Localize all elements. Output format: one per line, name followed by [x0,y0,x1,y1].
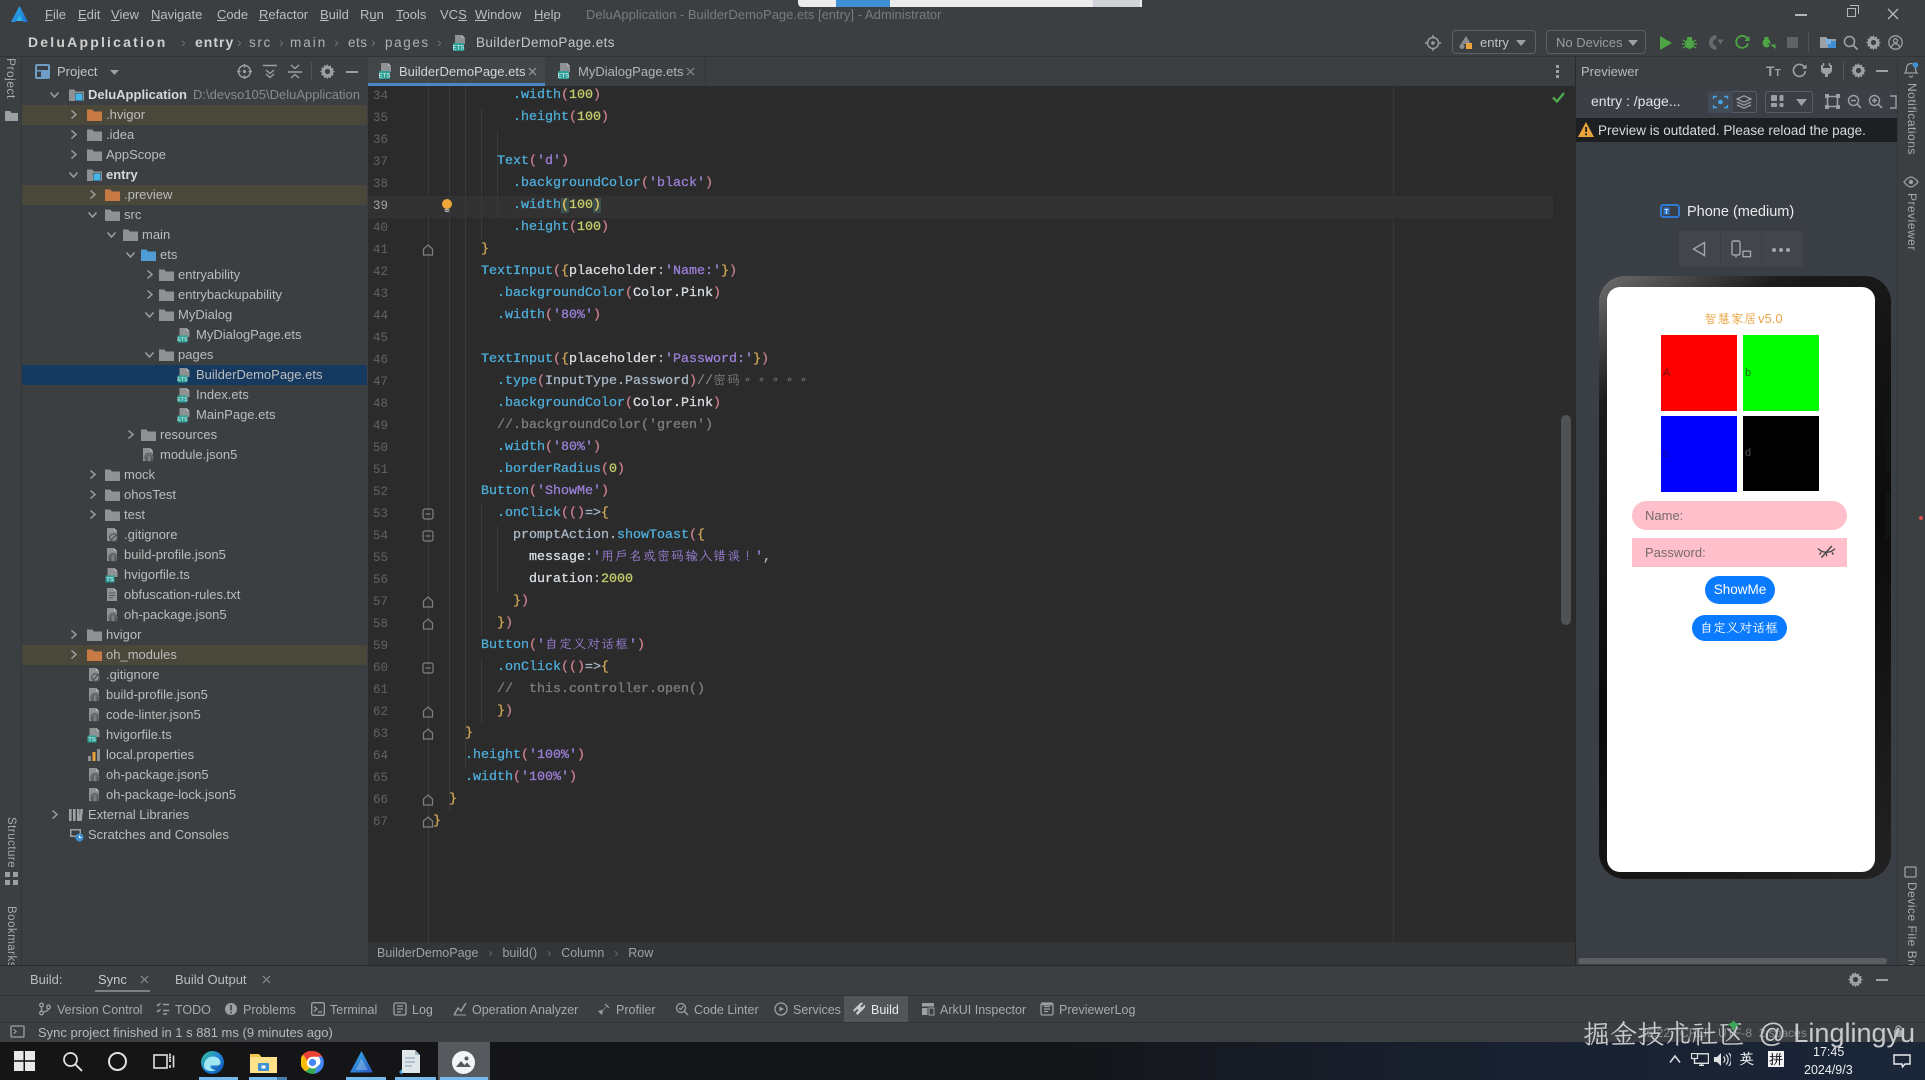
svg-text:{}: {} [91,775,99,782]
svg-text:{}: {} [91,715,99,722]
svg-text:{}: {} [109,615,117,622]
svg-text:ETS: ETS [177,417,188,423]
svg-text:{}: {} [91,795,99,802]
svg-text:ETS: ETS [378,73,390,80]
svg-text:TS: TS [106,577,114,583]
svg-text:TS: TS [88,737,96,743]
svg-text:ETS: ETS [177,397,188,403]
svg-text:ETS: ETS [177,377,188,383]
svg-text:ETS: ETS [177,337,188,343]
svg-text:{}: {} [109,555,117,562]
svg-text:{}: {} [145,455,153,462]
svg-text:T: T [1664,209,1669,216]
svg-text:ETS: ETS [452,45,464,52]
svg-text:ETS: ETS [557,73,569,80]
svg-text:{}: {} [91,695,99,702]
